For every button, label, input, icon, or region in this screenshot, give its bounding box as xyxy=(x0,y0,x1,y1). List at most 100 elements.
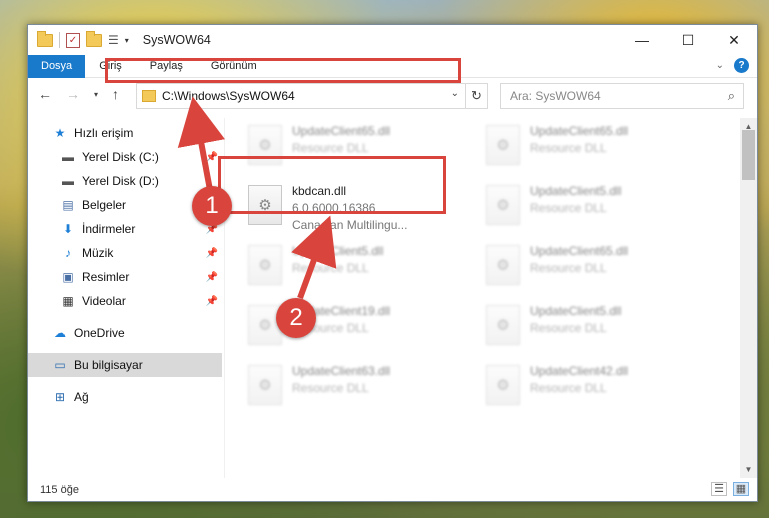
dll-file-icon: ⚙ xyxy=(248,245,282,285)
list-item[interactable]: ⚙ UpdateClient65.dll Resource DLL xyxy=(476,121,706,177)
tiles-view-icon[interactable]: ▦ xyxy=(733,482,749,496)
sidebar-item-this-pc[interactable]: ▭ Bu bilgisayar xyxy=(28,353,222,377)
step-badge-2: 2 xyxy=(276,298,316,338)
help-icon[interactable]: ? xyxy=(734,58,749,73)
star-icon: ★ xyxy=(54,126,66,140)
pictures-icon: ▣ xyxy=(62,270,74,284)
new-folder-icon[interactable] xyxy=(86,30,102,47)
sidebar-item-disk-d[interactable]: ▬ Yerel Disk (D:) xyxy=(28,169,222,193)
sidebar-item-disk-c[interactable]: ▬ Yerel Disk (C:) 📌 xyxy=(28,145,222,169)
maximize-button[interactable]: ☐ xyxy=(665,25,711,55)
sidebar-item-pictures[interactable]: ▣ Resimler 📌 xyxy=(28,265,222,289)
file-description: Resource DLL xyxy=(292,381,369,395)
cloud-icon: ☁ xyxy=(54,326,66,340)
forward-arrow-icon[interactable]: → xyxy=(66,86,80,102)
ribbon-right: ⌄ ? xyxy=(716,58,749,73)
dll-file-icon: ⚙ xyxy=(248,365,282,405)
scroll-thumb[interactable] xyxy=(742,130,755,180)
list-item[interactable]: ⚙ UpdateClient19.dll Resource DLL xyxy=(238,301,468,357)
file-description: Resource DLL xyxy=(530,321,607,335)
list-item[interactable]: ⚙ UpdateClient5.dll Resource DLL xyxy=(476,181,706,237)
search-placeholder: Ara: SysWOW64 xyxy=(510,89,601,103)
drive-icon: ▬ xyxy=(62,150,74,164)
list-item[interactable]: ⚙ UpdateClient5.dll Resource DLL xyxy=(238,241,468,297)
file-description: Canadian Multilingu... xyxy=(292,218,408,232)
video-icon: ▦ xyxy=(62,294,74,308)
file-description: Resource DLL xyxy=(530,381,607,395)
file-name: UpdateClient65.dll xyxy=(530,124,629,138)
window-title: SysWOW64 xyxy=(142,33,211,47)
address-row: ← → ▾ ↑ C:\Windows\SysWOW64 ⌄ ↻ Ara: Sys… xyxy=(28,82,757,112)
chevron-down-icon[interactable]: ⌄ xyxy=(451,88,459,99)
list-item[interactable]: ⚙ UpdateClient42.dll Resource DLL xyxy=(476,361,706,417)
properties-check-icon[interactable]: ✓ xyxy=(66,32,80,48)
separator xyxy=(59,32,60,48)
vertical-scrollbar[interactable]: ▲ ▼ xyxy=(740,118,757,478)
sidebar-item-quick-access[interactable]: ★ Hızlı erişim xyxy=(28,121,222,145)
file-name: UpdateClient63.dll xyxy=(292,364,391,378)
sidebar-item-label: Ağ xyxy=(74,390,89,404)
item-count: 115 öğe xyxy=(40,484,79,496)
recent-locations-icon[interactable]: ▾ xyxy=(94,90,98,99)
file-name: UpdateClient5.dll xyxy=(292,244,384,258)
address-highlight-box xyxy=(105,58,461,83)
sidebar-item-label: Müzik xyxy=(82,246,114,260)
address-path[interactable]: C:\Windows\SysWOW64 xyxy=(162,89,295,103)
file-explorer-window: ✓ ☰ ▾ SysWOW64 — ☐ ✕ Dosya Giriş Paylaş … xyxy=(27,24,758,502)
back-arrow-icon[interactable]: ← xyxy=(38,86,52,102)
pin-icon: 📌 xyxy=(205,295,218,307)
view-switcher: ☰ ▦ xyxy=(711,482,749,496)
dll-file-icon: ⚙ xyxy=(486,185,520,225)
scroll-down-icon[interactable]: ▼ xyxy=(740,461,757,478)
download-icon: ⬇ xyxy=(62,222,74,236)
customize-list-icon[interactable]: ☰ xyxy=(108,33,119,47)
up-arrow-icon[interactable]: ↑ xyxy=(112,86,119,102)
dll-file-icon: ⚙ xyxy=(486,365,520,405)
folder-icon xyxy=(142,90,156,102)
dll-file-icon: ⚙ xyxy=(486,125,520,165)
pin-icon: 📌 xyxy=(205,151,218,163)
list-item[interactable]: ⚙ UpdateClient5.dll Resource DLL xyxy=(476,301,706,357)
sidebar-item-label: Yerel Disk (C:) xyxy=(82,150,159,164)
network-icon: ⊞ xyxy=(54,390,66,404)
dll-file-icon: ⚙ xyxy=(486,245,520,285)
chevron-down-icon[interactable]: ▾ xyxy=(125,36,129,45)
file-name: UpdateClient5.dll xyxy=(530,304,622,318)
list-item[interactable]: ⚙ UpdateClient65.dll Resource DLL xyxy=(476,241,706,297)
sidebar-item-label: Belgeler xyxy=(82,198,127,212)
sidebar-item-onedrive[interactable]: ☁ OneDrive xyxy=(28,321,222,345)
computer-icon: ▭ xyxy=(54,358,66,372)
sidebar-item-network[interactable]: ⊞ Ağ xyxy=(28,385,222,409)
expand-ribbon-icon[interactable]: ⌄ xyxy=(716,60,724,71)
document-icon: ▤ xyxy=(62,198,74,212)
sidebar-item-label: Resimler xyxy=(82,270,130,284)
address-bar[interactable]: C:\Windows\SysWOW64 ⌄ ↻ xyxy=(136,83,488,109)
folder-icon[interactable] xyxy=(37,30,53,47)
minimize-button[interactable]: — xyxy=(619,25,665,55)
sidebar-item-music[interactable]: ♪ Müzik 📌 xyxy=(28,241,222,265)
tab-dosya[interactable]: Dosya xyxy=(28,54,86,78)
sidebar-item-downloads[interactable]: ⬇ İndirmeler 📌 xyxy=(28,217,222,241)
file-name: UpdateClient65.dll xyxy=(292,124,391,138)
quick-access-toolbar: ✓ ☰ ▾ xyxy=(28,30,129,48)
close-button[interactable]: ✕ xyxy=(711,25,757,55)
file-highlight-box xyxy=(218,156,446,214)
sidebar-item-label: Bu bilgisayar xyxy=(74,358,143,372)
sidebar-item-videos[interactable]: ▦ Videolar 📌 xyxy=(28,289,222,313)
sidebar-item-label: OneDrive xyxy=(74,326,125,340)
sidebar-item-label: Videolar xyxy=(82,294,126,308)
file-description: Resource DLL xyxy=(530,141,607,155)
navigation-buttons: ← → ▾ ↑ xyxy=(38,86,119,102)
file-description: Resource DLL xyxy=(292,141,369,155)
search-input[interactable]: Ara: SysWOW64 ⌕ xyxy=(500,83,744,109)
status-bar: 115 öğe ☰ ▦ xyxy=(28,478,757,502)
details-view-icon[interactable]: ☰ xyxy=(711,482,727,496)
pin-icon: 📌 xyxy=(205,247,218,259)
music-icon: ♪ xyxy=(65,246,71,260)
file-description: Resource DLL xyxy=(530,201,607,215)
refresh-icon[interactable]: ↻ xyxy=(465,84,487,108)
list-item[interactable]: ⚙ UpdateClient63.dll Resource DLL xyxy=(238,361,468,417)
search-icon[interactable]: ⌕ xyxy=(728,88,735,104)
sidebar-item-label: Hızlı erişim xyxy=(74,126,134,140)
dll-file-icon: ⚙ xyxy=(486,305,520,345)
